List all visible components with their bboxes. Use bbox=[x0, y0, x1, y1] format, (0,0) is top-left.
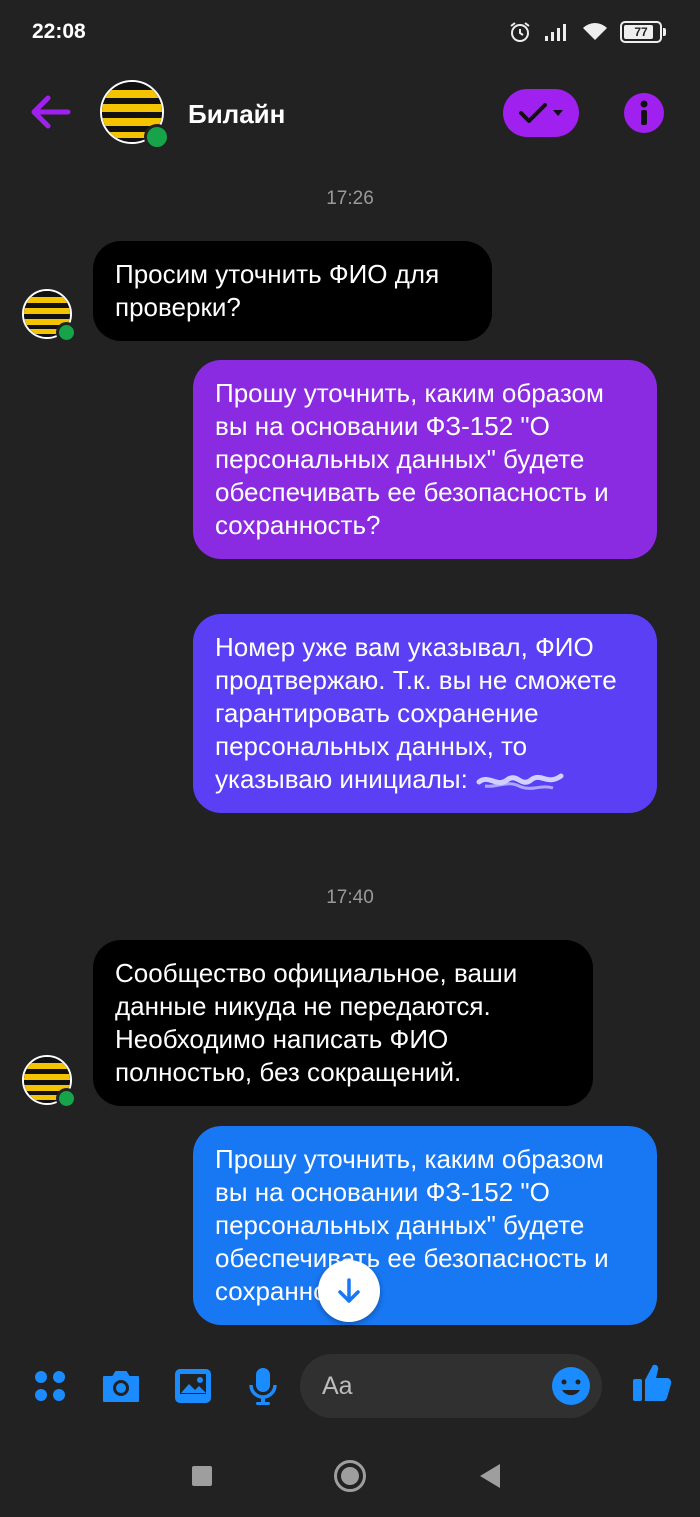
microphone-button[interactable] bbox=[241, 1364, 285, 1408]
outgoing-message[interactable]: Прошу уточнить, каким образом вы на осно… bbox=[193, 1126, 657, 1325]
incoming-message[interactable]: Сообщество официальное, ваши данные нику… bbox=[93, 940, 593, 1106]
camera-icon bbox=[103, 1371, 139, 1402]
message-timestamp: 17:26 bbox=[326, 188, 374, 209]
camera-button[interactable] bbox=[99, 1364, 143, 1408]
status-time: 22:08 bbox=[32, 20, 86, 43]
home-icon bbox=[341, 1467, 359, 1485]
microphone-icon bbox=[249, 1368, 277, 1405]
chevron-down-icon bbox=[553, 110, 563, 116]
gallery-button[interactable] bbox=[171, 1364, 215, 1408]
check-icon bbox=[519, 103, 547, 123]
outgoing-message[interactable]: Номер уже вам указывал, ФИО продтвержаю.… bbox=[193, 614, 657, 813]
like-button[interactable] bbox=[630, 1360, 674, 1404]
apps-button[interactable] bbox=[28, 1364, 72, 1408]
chat-title[interactable]: Билайн bbox=[188, 99, 285, 130]
thumbs-up-icon bbox=[633, 1364, 672, 1401]
emoji-icon bbox=[552, 1367, 590, 1405]
arrow-down-icon bbox=[338, 1278, 360, 1303]
status-dropdown-button[interactable] bbox=[503, 89, 579, 137]
online-indicator bbox=[56, 322, 77, 343]
home-button[interactable] bbox=[334, 1460, 366, 1492]
online-indicator bbox=[56, 1088, 77, 1109]
battery-level: 77 bbox=[634, 25, 648, 39]
wifi-icon bbox=[583, 23, 607, 40]
online-indicator bbox=[144, 124, 170, 150]
outgoing-message-clip: Прошу уточнить, каким образом вы на осно… bbox=[193, 1126, 657, 1340]
battery-icon: 77 bbox=[620, 21, 666, 43]
alarm-icon bbox=[510, 22, 530, 42]
scroll-to-bottom-button[interactable] bbox=[318, 1260, 380, 1322]
status-icons: 77 bbox=[508, 20, 666, 44]
redacted-scribble-icon bbox=[476, 773, 564, 790]
gallery-icon bbox=[175, 1369, 211, 1403]
signal-icon bbox=[545, 24, 566, 41]
incoming-message[interactable]: Просим уточнить ФИО для проверки? bbox=[93, 241, 492, 341]
info-button[interactable] bbox=[624, 93, 664, 133]
message-timestamp: 17:40 bbox=[326, 887, 374, 908]
arrow-left-icon bbox=[31, 95, 71, 129]
outgoing-message[interactable]: Прошу уточнить, каким образом вы на осно… bbox=[193, 360, 657, 559]
emoji-button[interactable] bbox=[550, 1365, 592, 1407]
recent-apps-button[interactable] bbox=[192, 1466, 212, 1486]
system-back-button[interactable] bbox=[480, 1464, 500, 1488]
info-icon bbox=[640, 100, 648, 125]
back-button[interactable] bbox=[28, 92, 72, 132]
apps-icon bbox=[35, 1371, 65, 1401]
